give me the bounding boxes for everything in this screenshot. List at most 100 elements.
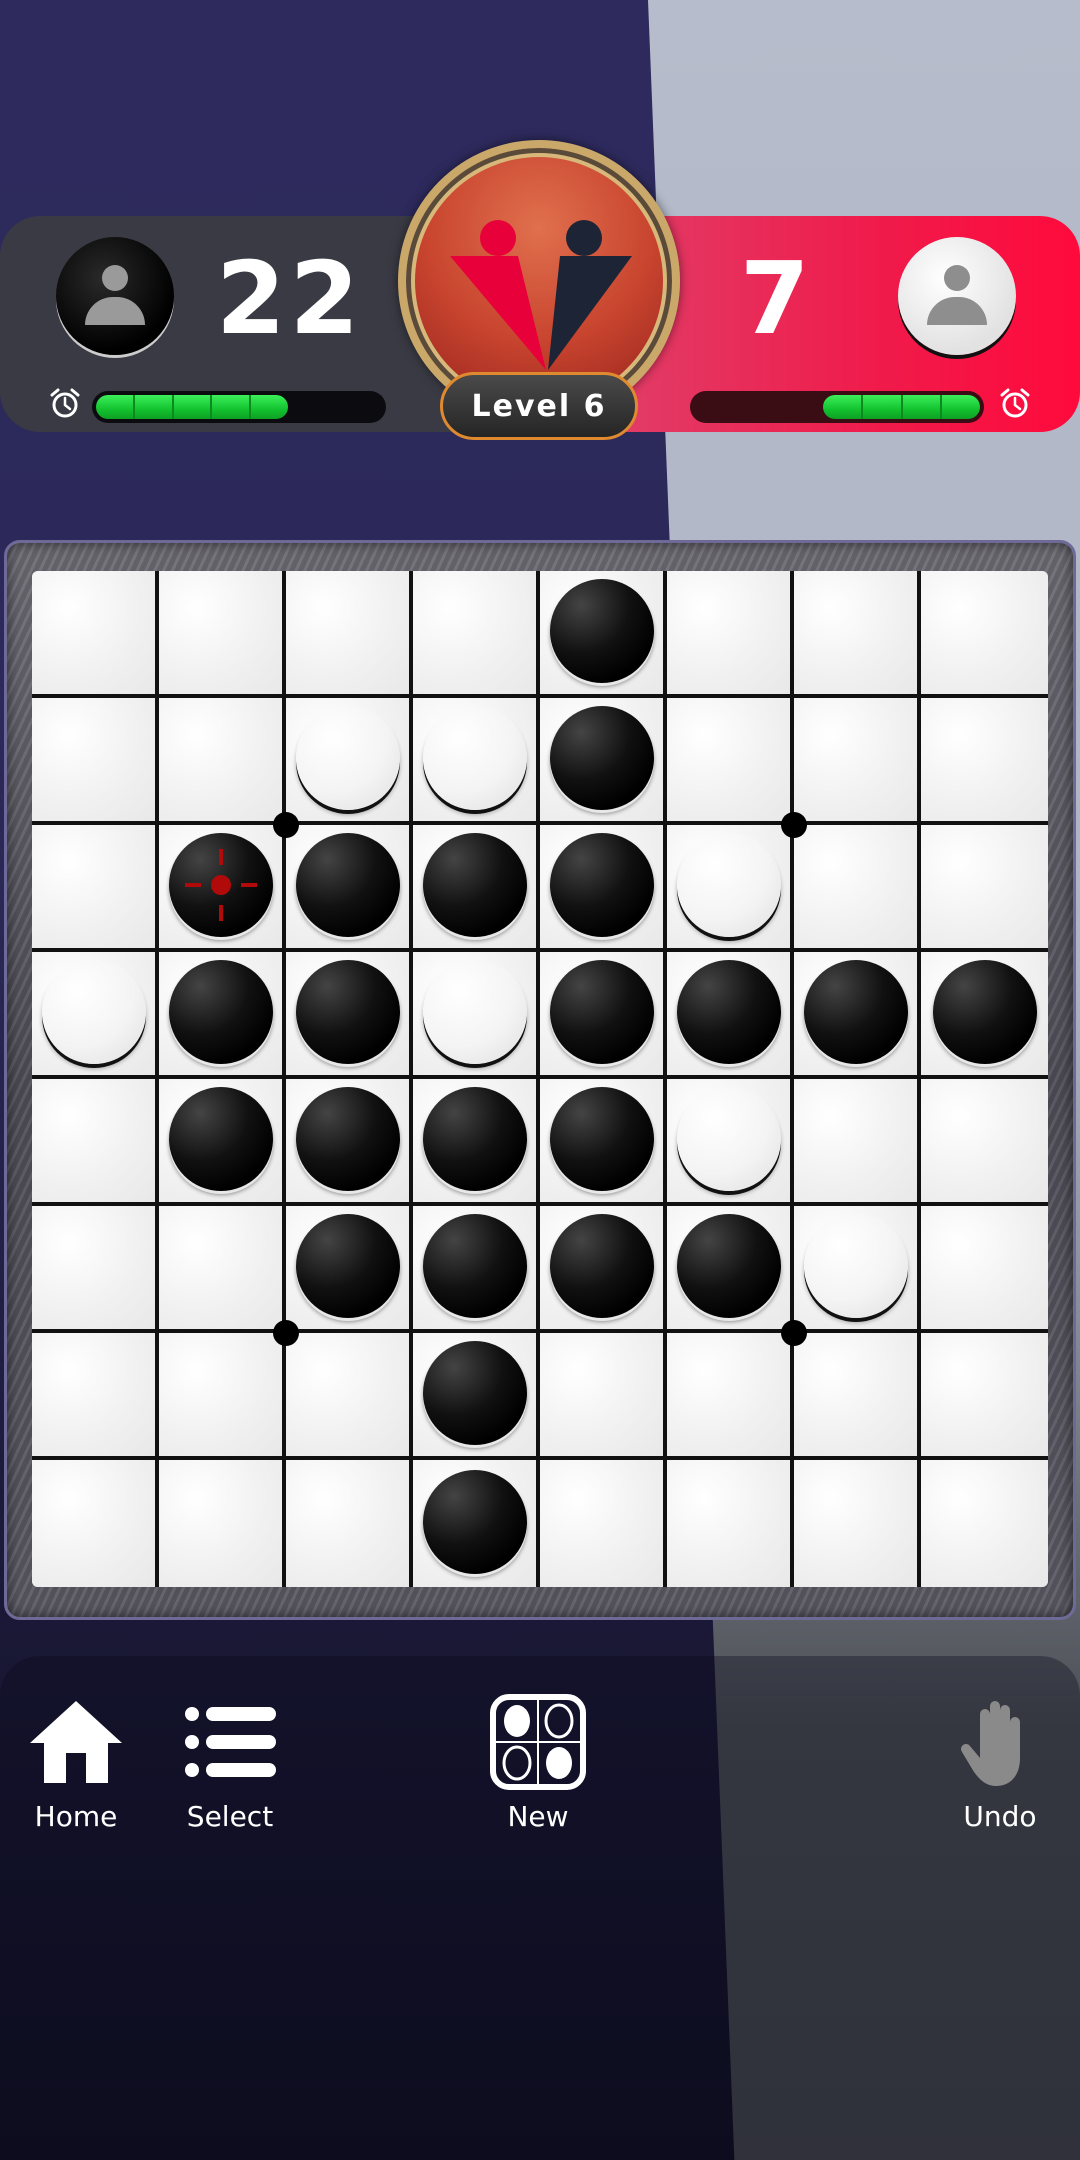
- black-disc: [168, 832, 273, 937]
- board-cell[interactable]: [794, 952, 921, 1079]
- undo-label: Undo: [963, 1800, 1037, 1833]
- board-cell[interactable]: [413, 825, 540, 952]
- black-disc: [549, 1086, 654, 1191]
- board-cell[interactable]: [921, 1460, 1048, 1587]
- black-disc: [168, 959, 273, 1064]
- alarm-clock-icon: [1000, 388, 1030, 418]
- board-cell[interactable]: [286, 1079, 413, 1206]
- board-cell[interactable]: [540, 698, 667, 825]
- board-cell[interactable]: [667, 571, 794, 698]
- black-disc: [295, 1086, 400, 1191]
- board-cell[interactable]: [540, 825, 667, 952]
- board-cell[interactable]: [32, 1333, 159, 1460]
- black-disc: [676, 959, 781, 1064]
- white-score: 7: [740, 240, 814, 357]
- board-cell[interactable]: [667, 698, 794, 825]
- board-cell[interactable]: [794, 825, 921, 952]
- list-icon: [185, 1707, 276, 1777]
- board-cell[interactable]: [921, 571, 1048, 698]
- black-score: 22: [216, 240, 364, 357]
- board-cell[interactable]: [794, 698, 921, 825]
- select-button[interactable]: Select: [182, 1694, 278, 1833]
- board-cell[interactable]: [413, 571, 540, 698]
- black-disc: [676, 1213, 781, 1318]
- board-cell[interactable]: [540, 1079, 667, 1206]
- black-disc: [422, 1469, 527, 1574]
- board-cell[interactable]: [159, 698, 286, 825]
- new-game-button[interactable]: New: [490, 1694, 586, 1833]
- black-timer-bar: [92, 391, 386, 423]
- board-cell[interactable]: [286, 698, 413, 825]
- star-point: [781, 812, 807, 838]
- white-disc: [676, 832, 781, 937]
- board-cell[interactable]: [667, 1333, 794, 1460]
- board-cell[interactable]: [794, 1333, 921, 1460]
- game-board[interactable]: [32, 571, 1048, 1587]
- board-cell[interactable]: [921, 698, 1048, 825]
- board-cell[interactable]: [667, 1460, 794, 1587]
- board-cell[interactable]: [32, 1079, 159, 1206]
- board-cell[interactable]: [286, 1333, 413, 1460]
- board-cell[interactable]: [667, 825, 794, 952]
- black-timer-fill: [96, 395, 288, 419]
- board-cell[interactable]: [159, 825, 286, 952]
- new-game-icon: [490, 1694, 586, 1790]
- board-cell[interactable]: [921, 1079, 1048, 1206]
- board-cell[interactable]: [32, 698, 159, 825]
- white-disc: [422, 705, 527, 810]
- home-button[interactable]: Home: [28, 1694, 124, 1833]
- board-cell[interactable]: [540, 1460, 667, 1587]
- board-cell[interactable]: [540, 571, 667, 698]
- board-cell[interactable]: [286, 1460, 413, 1587]
- board-cell[interactable]: [413, 698, 540, 825]
- board-cell[interactable]: [794, 1079, 921, 1206]
- black-disc: [549, 959, 654, 1064]
- board-cell[interactable]: [159, 1206, 286, 1333]
- board-cell[interactable]: [413, 1460, 540, 1587]
- board-cell[interactable]: [921, 952, 1048, 1079]
- black-disc: [549, 705, 654, 810]
- board-cell[interactable]: [32, 952, 159, 1079]
- black-disc: [549, 832, 654, 937]
- board-cell[interactable]: [159, 1460, 286, 1587]
- board-cell[interactable]: [32, 1460, 159, 1587]
- star-point: [781, 1320, 807, 1346]
- board-cell[interactable]: [794, 1206, 921, 1333]
- board-cell[interactable]: [921, 1206, 1048, 1333]
- home-icon: [30, 1701, 122, 1783]
- star-point: [273, 1320, 299, 1346]
- white-disc: [295, 705, 400, 810]
- board-cell[interactable]: [32, 571, 159, 698]
- board-cell[interactable]: [667, 952, 794, 1079]
- board-cell[interactable]: [540, 952, 667, 1079]
- board-cell[interactable]: [413, 1206, 540, 1333]
- board-cell[interactable]: [159, 1079, 286, 1206]
- board-cell[interactable]: [540, 1206, 667, 1333]
- new-label: New: [507, 1800, 569, 1833]
- black-disc: [422, 1340, 527, 1445]
- black-player-avatar: [56, 237, 174, 355]
- board-cell[interactable]: [413, 1333, 540, 1460]
- black-disc: [549, 1213, 654, 1318]
- board-cell[interactable]: [921, 1333, 1048, 1460]
- board-cell[interactable]: [159, 1333, 286, 1460]
- board-cell[interactable]: [794, 571, 921, 698]
- board-cell[interactable]: [32, 1206, 159, 1333]
- board-cell[interactable]: [667, 1206, 794, 1333]
- undo-button[interactable]: Undo: [952, 1694, 1048, 1833]
- board-cell[interactable]: [286, 952, 413, 1079]
- board-cell[interactable]: [159, 571, 286, 698]
- board-cell[interactable]: [286, 825, 413, 952]
- board-cell[interactable]: [286, 1206, 413, 1333]
- board-cell[interactable]: [667, 1079, 794, 1206]
- board-cell[interactable]: [794, 1460, 921, 1587]
- board-cell[interactable]: [32, 825, 159, 952]
- board-cell[interactable]: [540, 1333, 667, 1460]
- board-cell[interactable]: [921, 825, 1048, 952]
- board-cell[interactable]: [286, 571, 413, 698]
- board-cell[interactable]: [413, 1079, 540, 1206]
- board-cell[interactable]: [413, 952, 540, 1079]
- black-disc: [422, 832, 527, 937]
- board-cell[interactable]: [159, 952, 286, 1079]
- black-disc: [932, 959, 1037, 1064]
